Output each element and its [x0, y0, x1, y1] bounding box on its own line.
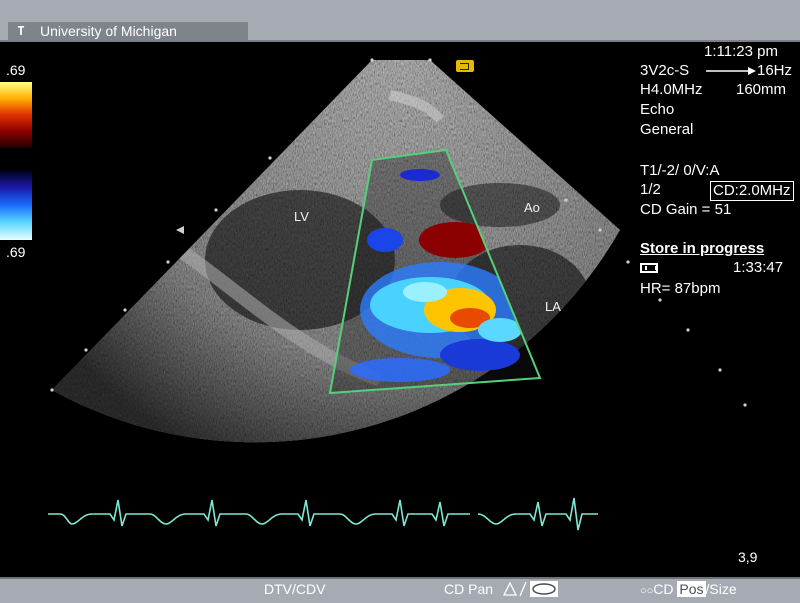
preset-settings: T1/-2/ 0/V:A [640, 162, 720, 179]
label-ao: Ao [524, 200, 540, 215]
dtv-cdv-button[interactable]: DTV/CDV [264, 581, 325, 597]
probe-orientation-icon [456, 60, 474, 72]
image-depth: 160mm [736, 81, 787, 98]
pan-shape-icon [502, 581, 558, 597]
mode-echo: Echo [640, 101, 675, 118]
cd-pos-size-button[interactable]: ○○CD Pos/Size [640, 581, 737, 597]
probe-marker-icon: T [17, 24, 25, 38]
store-time: 1:33:47 [733, 259, 784, 276]
frame-counter: 3,9 [738, 549, 758, 565]
ecg-trace [48, 497, 598, 531]
cd-pan-button[interactable]: CD Pan [444, 581, 493, 597]
clock-time: 1:11:23 pm [704, 43, 778, 60]
cd-icon: ○○ [640, 585, 654, 597]
arrow-icon [706, 67, 756, 75]
cd-label: CD [653, 581, 674, 597]
size-label: /Size [705, 581, 737, 597]
cd-pan-label: CD Pan [444, 581, 494, 597]
cd-frequency: CD:2.0MHz [710, 181, 794, 201]
institution-name: University of Michigan [40, 23, 177, 39]
store-status: Store in progress [640, 240, 765, 257]
heart-rate: HR= 87bpm [640, 280, 721, 297]
pos-label: Pos [677, 581, 706, 597]
label-lv: LV [294, 209, 309, 224]
frame-rate: 16Hz [757, 62, 793, 79]
label-la: LA [545, 299, 561, 314]
ratio-setting: 1/2 [640, 181, 661, 198]
tape-icon [640, 263, 658, 273]
cd-gain: CD Gain = 51 [640, 201, 732, 218]
dtv-cdv-label: DTV/CDV [264, 581, 326, 597]
probe-name: 3V2c-S [640, 62, 690, 79]
transmit-frequency: H4.0MHz [640, 81, 703, 98]
focus-marker-icon [176, 226, 184, 234]
mode-general: General [640, 121, 694, 138]
